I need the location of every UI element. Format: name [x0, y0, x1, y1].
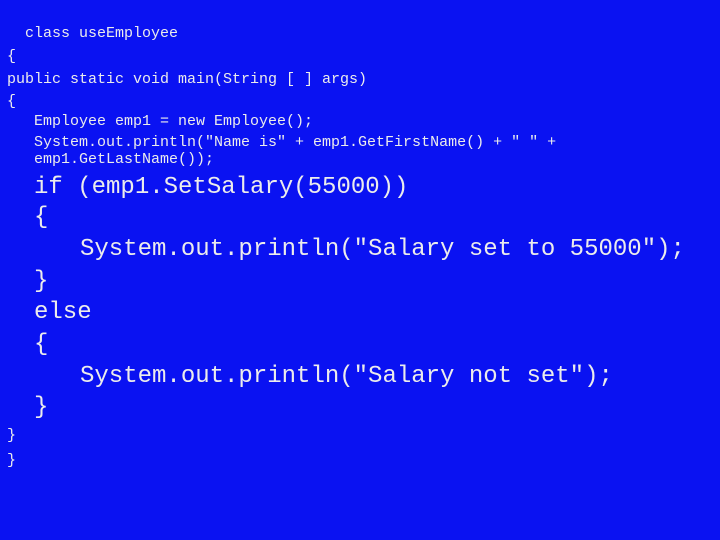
code-line: { — [34, 204, 49, 231]
code-line: System.out.println("Salary set to 55000"… — [80, 236, 685, 263]
code-line: { — [7, 48, 17, 65]
code-line: Employee emp1 = new Employee(); — [34, 113, 314, 130]
code-line: { — [34, 331, 49, 358]
code-line: { — [7, 93, 17, 110]
code-line: System.out.println("Name is" + emp1.GetF… — [34, 134, 557, 151]
code-line: else — [34, 299, 92, 326]
code-line: } — [7, 427, 17, 444]
code-line: System.out.println("Salary not set"); — [80, 363, 613, 390]
code-line: emp1.GetLastName()); — [34, 151, 215, 168]
code-line: class useEmployee — [25, 25, 179, 42]
code-line: if (emp1.SetSalary(55000)) — [34, 174, 409, 201]
code-line: } — [34, 268, 49, 295]
code-line: public static void main(String [ ] args) — [7, 71, 368, 88]
code-line: } — [34, 394, 49, 421]
code-line: } — [7, 452, 17, 469]
